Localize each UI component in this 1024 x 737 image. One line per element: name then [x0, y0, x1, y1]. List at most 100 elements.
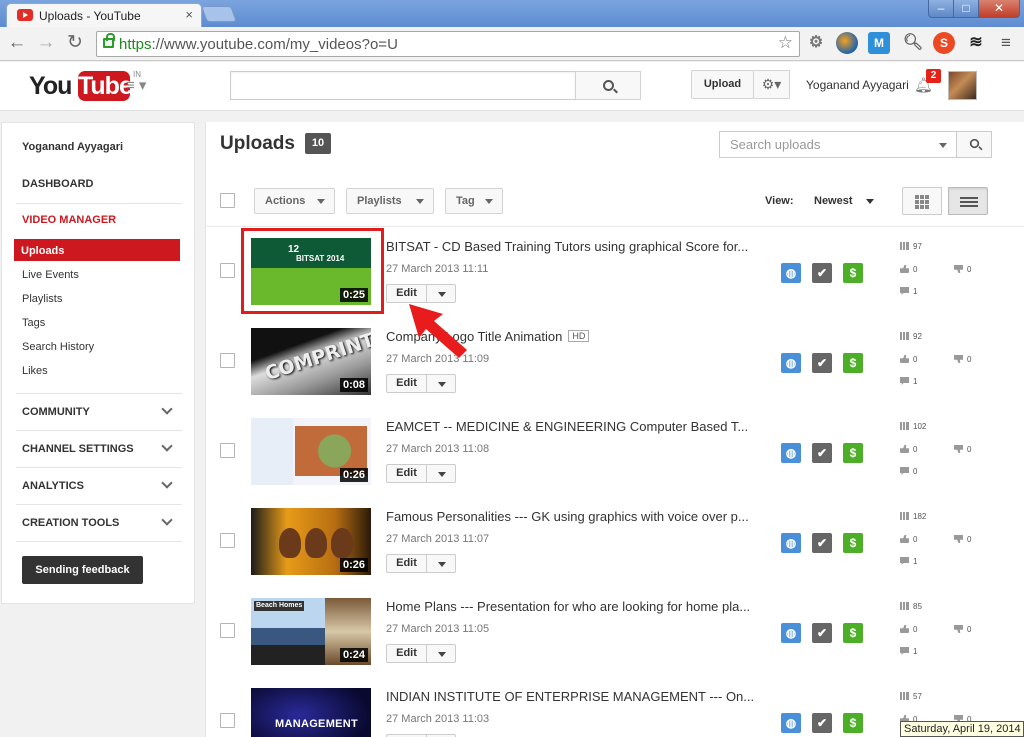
- video-checkbox[interactable]: [220, 533, 235, 548]
- sidebar-item-playlists[interactable]: Playlists: [22, 293, 62, 305]
- search-uploads-button[interactable]: [956, 131, 992, 158]
- video-thumbnail[interactable]: COMPRINT 0:08: [251, 328, 371, 395]
- search-input[interactable]: [230, 71, 576, 100]
- dollar-icon[interactable]: $: [843, 353, 863, 373]
- chevron-down-icon[interactable]: [438, 382, 446, 387]
- window-close-button[interactable]: ✕: [978, 0, 1020, 18]
- extension-orb-icon[interactable]: [836, 32, 858, 54]
- reload-icon[interactable]: ↻: [63, 32, 87, 56]
- video-thumbnail[interactable]: MANAGEMENT: [251, 688, 371, 737]
- check-icon[interactable]: ✔: [812, 443, 832, 463]
- chevron-down-icon[interactable]: [438, 562, 446, 567]
- video-checkbox[interactable]: [220, 623, 235, 638]
- check-icon[interactable]: ✔: [812, 353, 832, 373]
- layers-icon[interactable]: ≋: [965, 32, 987, 54]
- sidebar-item-video-manager[interactable]: VIDEO MANAGER: [22, 214, 116, 226]
- chevron-down-icon[interactable]: [161, 403, 173, 415]
- dollar-icon[interactable]: $: [843, 533, 863, 553]
- tag-dropdown[interactable]: Tag: [445, 188, 503, 214]
- video-thumbnail[interactable]: Beach Homes 0:24: [251, 598, 371, 665]
- sidebar-item-likes[interactable]: Likes: [22, 365, 48, 377]
- tab-uploads[interactable]: Uploads - YouTube ×: [6, 3, 202, 27]
- video-thumbnail[interactable]: 0:26: [251, 418, 371, 485]
- check-icon[interactable]: ✔: [812, 713, 832, 733]
- edit-button[interactable]: Edit: [386, 554, 456, 573]
- sidebar-item-live-events[interactable]: Live Events: [22, 269, 79, 281]
- guide-menu-icon[interactable]: ≡ ▾: [126, 76, 152, 96]
- likes-stat: 0: [900, 265, 917, 274]
- check-icon[interactable]: ✔: [812, 533, 832, 553]
- sidebar-item-creation-tools[interactable]: CREATION TOOLS: [22, 517, 119, 529]
- stumbleupon-icon[interactable]: S: [933, 32, 955, 54]
- lock-icon: [103, 33, 115, 48]
- sidebar-item-uploads[interactable]: Uploads: [14, 239, 180, 261]
- video-checkbox[interactable]: [220, 443, 235, 458]
- edit-button[interactable]: Edit: [386, 644, 456, 663]
- chevron-down-icon[interactable]: [161, 440, 173, 452]
- globe-icon[interactable]: ◍: [781, 713, 801, 733]
- globe-icon[interactable]: ◍: [781, 443, 801, 463]
- avatar[interactable]: [948, 71, 977, 100]
- settings-gear-icon[interactable]: ⚙: [805, 32, 827, 54]
- back-icon[interactable]: ←: [5, 32, 29, 56]
- sidebar-item-dashboard[interactable]: DASHBOARD: [22, 178, 94, 190]
- dollar-icon[interactable]: $: [843, 623, 863, 643]
- globe-icon[interactable]: ◍: [781, 353, 801, 373]
- window-maximize-button[interactable]: □: [953, 0, 979, 18]
- edit-button[interactable]: Edit: [386, 374, 456, 393]
- grid-view-button[interactable]: [902, 187, 942, 215]
- chevron-down-icon[interactable]: [161, 477, 173, 489]
- send-feedback-button[interactable]: Sending feedback: [22, 556, 143, 584]
- user-name[interactable]: Yoganand Ayyagari: [806, 78, 909, 92]
- forward-icon[interactable]: →: [34, 32, 58, 56]
- globe-icon[interactable]: ◍: [781, 263, 801, 283]
- window-minimize-button[interactable]: –: [928, 0, 954, 18]
- video-thumbnail[interactable]: 0:26: [251, 508, 371, 575]
- sidebar-item-analytics[interactable]: ANALYTICS: [22, 480, 84, 492]
- star-icon[interactable]: ☆: [778, 33, 793, 53]
- edit-button[interactable]: Edit: [386, 464, 456, 483]
- check-icon[interactable]: ✔: [812, 263, 832, 283]
- extension-search-icon[interactable]: 🔍︎: [902, 32, 924, 54]
- playlists-dropdown[interactable]: Playlists: [346, 188, 434, 214]
- select-all-checkbox[interactable]: [220, 193, 235, 208]
- search-uploads-input[interactable]: Search uploads: [719, 131, 957, 158]
- dollar-icon[interactable]: $: [843, 263, 863, 283]
- browser-menu-icon[interactable]: ≡: [995, 32, 1017, 54]
- sidebar-item-tags[interactable]: Tags: [22, 317, 45, 329]
- globe-icon[interactable]: ◍: [781, 623, 801, 643]
- search-button[interactable]: [575, 71, 641, 100]
- dollar-icon[interactable]: $: [843, 443, 863, 463]
- chevron-down-icon[interactable]: [161, 514, 173, 526]
- list-view-button[interactable]: [948, 187, 988, 215]
- video-title[interactable]: Home Plans --- Presentation for who are …: [386, 599, 756, 614]
- video-title[interactable]: EAMCET -- MEDICINE & ENGINEERING Compute…: [386, 419, 756, 434]
- sidebar-channel-name[interactable]: Yoganand Ayyagari: [22, 141, 123, 153]
- notification-count-badge[interactable]: 2: [926, 69, 941, 83]
- video-checkbox[interactable]: [220, 353, 235, 368]
- sidebar-item-community[interactable]: COMMUNITY: [22, 406, 90, 418]
- chevron-down-icon[interactable]: [939, 143, 947, 148]
- new-tab-button[interactable]: [201, 6, 237, 22]
- check-icon[interactable]: ✔: [812, 623, 832, 643]
- globe-icon[interactable]: ◍: [781, 533, 801, 553]
- dollar-icon[interactable]: $: [843, 713, 863, 733]
- sidebar-item-search-history[interactable]: Search History: [22, 341, 94, 353]
- chevron-down-icon[interactable]: [438, 652, 446, 657]
- address-bar[interactable]: https://www.youtube.com/my_videos?o=U ☆: [96, 31, 800, 57]
- extension-m-icon[interactable]: M: [868, 32, 890, 54]
- tab-close-icon[interactable]: ×: [185, 7, 193, 22]
- upload-button[interactable]: Upload: [691, 70, 754, 99]
- video-title[interactable]: Famous Personalities --- GK using graphi…: [386, 509, 756, 524]
- video-title[interactable]: INDIAN INSTITUTE OF ENTERPRISE MANAGEMEN…: [386, 689, 756, 704]
- video-title[interactable]: BITSAT - CD Based Training Tutors using …: [386, 239, 756, 254]
- video-checkbox[interactable]: [220, 263, 235, 278]
- chevron-down-icon[interactable]: [438, 472, 446, 477]
- chevron-down-icon[interactable]: [438, 292, 446, 297]
- sidebar-item-channel-settings[interactable]: CHANNEL SETTINGS: [22, 443, 134, 455]
- video-checkbox[interactable]: [220, 713, 235, 728]
- sort-select[interactable]: Newest: [814, 195, 874, 207]
- settings-button[interactable]: ⚙▾: [754, 70, 790, 99]
- comments-stat: 1: [900, 377, 917, 386]
- actions-dropdown[interactable]: Actions: [254, 188, 335, 214]
